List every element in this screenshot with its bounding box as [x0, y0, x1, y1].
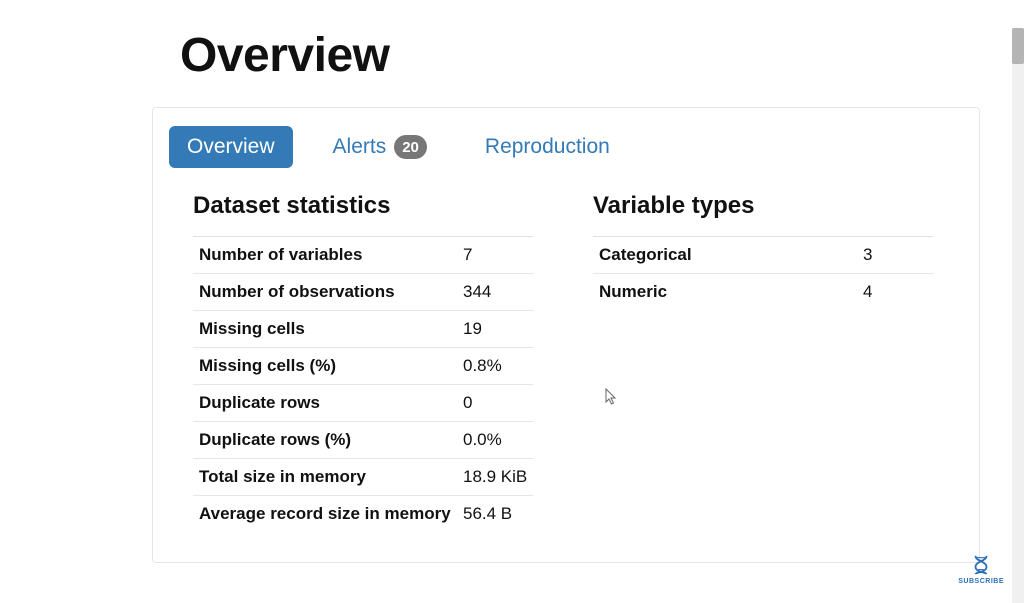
alerts-count-badge: 20	[394, 135, 427, 159]
stat-row: Missing cells (%) 0.8%	[193, 347, 533, 384]
tab-overview[interactable]: Overview	[169, 126, 293, 168]
stat-label: Number of variables	[199, 245, 463, 265]
subscribe-button[interactable]: SUBSCRIBE	[958, 554, 1004, 585]
stat-value: 0.8%	[463, 356, 533, 376]
stat-row: Total size in memory 18.9 KiB	[193, 458, 533, 495]
stat-label: Number of observations	[199, 282, 463, 302]
stat-row: Average record size in memory 56.4 B	[193, 495, 533, 532]
overview-panel: Overview Alerts 20 Reproduction Dataset …	[152, 107, 980, 563]
stat-label: Numeric	[599, 282, 863, 302]
stat-value: 344	[463, 282, 533, 302]
stat-row: Number of observations 344	[193, 273, 533, 310]
stat-row: Categorical 3	[593, 236, 933, 273]
variable-types-column: Variable types Categorical 3 Numeric 4	[593, 192, 933, 532]
dataset-statistics-column: Dataset statistics Number of variables 7…	[193, 192, 533, 532]
columns: Dataset statistics Number of variables 7…	[169, 192, 963, 532]
variable-types-table: Categorical 3 Numeric 4	[593, 236, 933, 310]
tab-bar: Overview Alerts 20 Reproduction	[169, 126, 963, 168]
stat-label: Total size in memory	[199, 467, 463, 487]
stat-value: 3	[863, 245, 933, 265]
stat-row: Duplicate rows 0	[193, 384, 533, 421]
stat-value: 0.0%	[463, 430, 533, 450]
stat-value: 18.9 KiB	[463, 467, 533, 487]
dna-icon	[970, 554, 992, 576]
tab-reproduction-label: Reproduction	[485, 135, 610, 159]
stat-label: Missing cells	[199, 319, 463, 339]
tab-reproduction[interactable]: Reproduction	[467, 126, 628, 168]
dataset-statistics-title: Dataset statistics	[193, 192, 533, 226]
page-title: Overview	[180, 28, 1024, 83]
tab-overview-label: Overview	[187, 135, 275, 159]
stat-row: Number of variables 7	[193, 236, 533, 273]
stat-value: 19	[463, 319, 533, 339]
dataset-statistics-table: Number of variables 7 Number of observat…	[193, 236, 533, 532]
stat-label: Duplicate rows	[199, 393, 463, 413]
tab-alerts-label: Alerts	[333, 135, 387, 159]
scrollbar-track[interactable]	[1012, 28, 1024, 603]
stat-row: Duplicate rows (%) 0.0%	[193, 421, 533, 458]
tab-alerts[interactable]: Alerts 20	[315, 126, 445, 168]
subscribe-label: SUBSCRIBE	[958, 578, 1004, 585]
stat-value: 0	[463, 393, 533, 413]
cursor-icon	[605, 388, 617, 406]
stat-value: 4	[863, 282, 933, 302]
stat-row: Missing cells 19	[193, 310, 533, 347]
stat-label: Missing cells (%)	[199, 356, 463, 376]
stat-value: 7	[463, 245, 533, 265]
stat-label: Categorical	[599, 245, 863, 265]
scrollbar-thumb[interactable]	[1012, 28, 1024, 64]
stat-value: 56.4 B	[463, 504, 533, 524]
stat-label: Duplicate rows (%)	[199, 430, 463, 450]
variable-types-title: Variable types	[593, 192, 933, 226]
stat-row: Numeric 4	[593, 273, 933, 310]
stat-label: Average record size in memory	[199, 504, 463, 524]
